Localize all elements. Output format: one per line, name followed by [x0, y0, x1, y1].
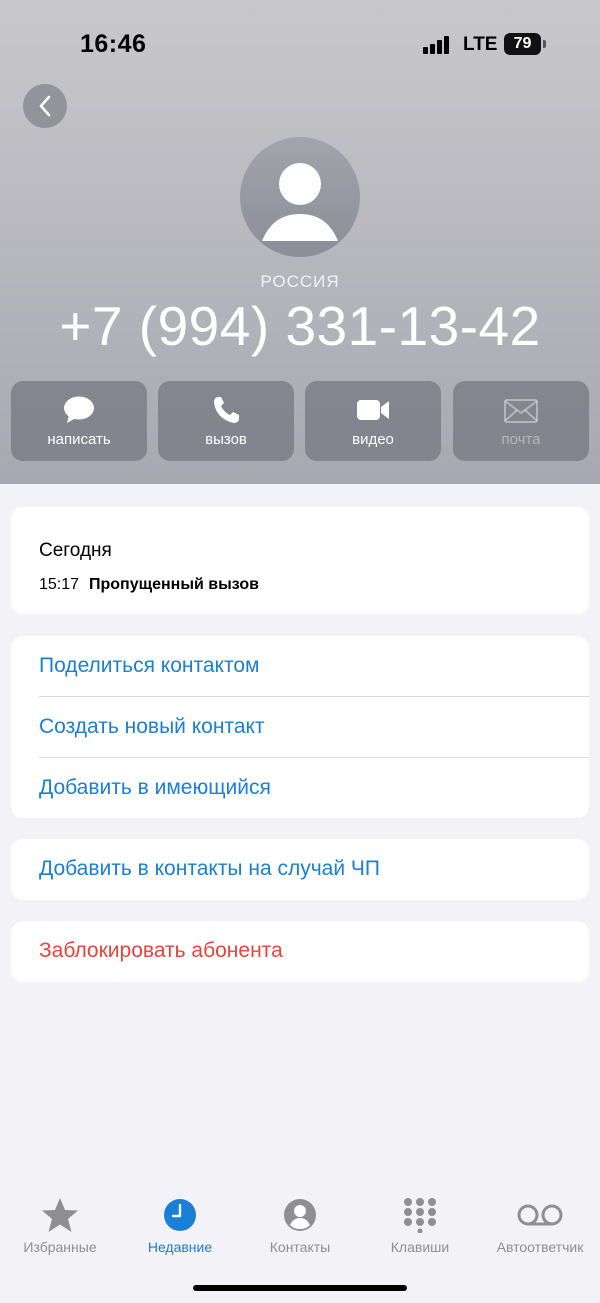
tab-recents[interactable]: Недавние: [120, 1180, 240, 1260]
status-time: 16:46: [80, 30, 147, 58]
recent-date-heading: Сегодня: [39, 540, 112, 561]
call-button[interactable]: вызов: [158, 381, 294, 461]
create-contact-row[interactable]: Создать новый контакт: [11, 697, 589, 757]
video-icon: [357, 400, 389, 420]
video-button[interactable]: видео: [305, 381, 441, 461]
emergency-contact-card: Добавить в контакты на случай ЧП: [11, 839, 589, 900]
contact-country: РОССИЯ: [260, 272, 340, 291]
share-contact-row[interactable]: Поделиться контактом: [11, 636, 589, 696]
quick-actions: написать вызов видео почта: [11, 381, 589, 461]
block-caller-label: Заблокировать абонента: [39, 939, 283, 962]
block-card: Заблокировать абонента: [11, 921, 589, 982]
message-button-label: написать: [47, 431, 111, 448]
tab-keypad[interactable]: Клавиши: [360, 1180, 480, 1260]
back-button[interactable]: [23, 84, 67, 128]
share-contact-label: Поделиться контактом: [39, 654, 260, 677]
chevron-left-icon: [39, 95, 51, 117]
call-time: 15:17: [39, 576, 80, 593]
create-contact-label: Создать новый контакт: [39, 715, 265, 738]
contact-header: 16:46 LTE 79 РОССИЯ +7 (994) 331-13-42 н…: [0, 0, 600, 484]
battery-icon: 79: [504, 33, 541, 55]
contact-phone-number[interactable]: +7 (994) 331-13-42: [0, 294, 600, 358]
message-icon: [64, 396, 94, 423]
clock-icon: [164, 1199, 196, 1231]
tab-contacts-label: Контакты: [269, 1239, 331, 1255]
home-indicator[interactable]: [193, 1285, 407, 1291]
star-icon: [42, 1198, 78, 1232]
network-type: LTE: [463, 34, 498, 55]
mail-icon: [504, 399, 538, 423]
call-type: Пропущенный вызов: [89, 576, 259, 593]
add-emergency-contact-label: Добавить в контакты на случай ЧП: [39, 857, 381, 880]
voicemail-icon: [517, 1204, 563, 1226]
mail-button[interactable]: почта: [453, 381, 589, 461]
block-caller-row[interactable]: Заблокировать абонента: [11, 921, 589, 981]
video-button-label: видео: [352, 431, 394, 448]
add-emergency-contact-row[interactable]: Добавить в контакты на случай ЧП: [11, 839, 589, 899]
signal-icon: [423, 36, 451, 54]
tab-recents-label: Недавние: [147, 1239, 213, 1255]
call-button-label: вызов: [205, 431, 247, 448]
add-to-existing-label: Добавить в имеющийся: [39, 776, 271, 799]
tab-favorites[interactable]: Избранные: [0, 1180, 120, 1260]
tab-favorites-label: Избранные: [23, 1239, 97, 1255]
recent-calls-card: Сегодня 15:17 Пропущенный вызов: [11, 507, 589, 614]
tab-contacts[interactable]: Контакты: [240, 1180, 360, 1260]
phone-icon: [214, 397, 239, 423]
message-button[interactable]: написать: [11, 381, 147, 461]
tab-voicemail[interactable]: Автоответчик: [480, 1180, 600, 1260]
add-to-existing-row[interactable]: Добавить в имеющийся: [11, 758, 589, 818]
contact-actions-card: Поделиться контактом Создать новый конта…: [11, 636, 589, 818]
person-circle-icon: [284, 1199, 316, 1231]
tab-voicemail-label: Автоответчик: [496, 1239, 584, 1255]
tab-keypad-label: Клавиши: [390, 1239, 450, 1255]
status-bar: 16:46 LTE 79: [0, 0, 600, 90]
battery-tip: [543, 40, 546, 48]
keypad-icon: [404, 1198, 436, 1233]
mail-button-label: почта: [501, 431, 541, 448]
person-icon: [262, 163, 338, 241]
avatar: [240, 137, 360, 257]
